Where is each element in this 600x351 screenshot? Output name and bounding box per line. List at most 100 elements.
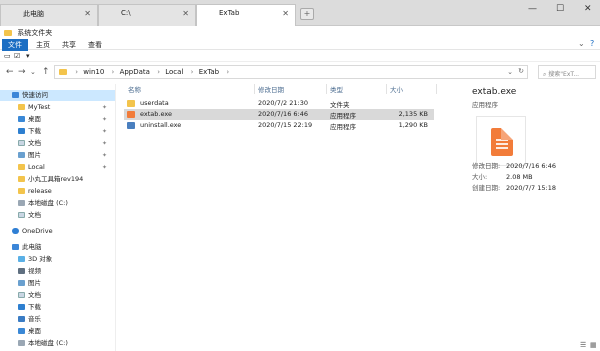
nav-label: 桌面 (28, 327, 41, 335)
column-divider[interactable] (254, 84, 255, 94)
nav-label: 文档 (28, 139, 41, 147)
nav-item-release[interactable]: release (0, 186, 115, 197)
folder-icon (18, 104, 25, 110)
breadcrumb[interactable]: ExTab (199, 68, 219, 76)
file-name: userdata (140, 99, 169, 107)
nav-item-documents[interactable]: 文档 ✦ (0, 138, 115, 149)
dropdown-icon[interactable]: ⌄ (507, 68, 513, 76)
tab-c-drive[interactable]: C:\ ✕ (98, 4, 196, 26)
nav-quick-access[interactable]: 快速访问 (0, 90, 115, 101)
folder-icon (59, 69, 67, 75)
file-name: uninstall.exe (140, 121, 182, 129)
column-header-type[interactable]: 类型 (330, 84, 343, 94)
column-divider[interactable] (386, 84, 387, 94)
tab-this-pc[interactable]: 此电脑 ✕ (0, 4, 98, 26)
nav-item-downloads[interactable]: 下载 ✦ (0, 126, 115, 137)
nav-label: MyTest (28, 103, 51, 111)
title-bar: 系统文件夹 (0, 26, 600, 38)
column-header-name[interactable]: 名称 (128, 84, 141, 94)
tiles-view-icon[interactable]: ▦ (590, 341, 597, 349)
close-icon[interactable]: ✕ (282, 9, 289, 18)
document-icon (18, 212, 25, 218)
chevron-down-icon[interactable]: ⌄ (578, 39, 585, 48)
column-header-modified[interactable]: 修改日期 (258, 84, 284, 94)
table-row[interactable]: uninstall.exe 2020/7/15 22:19 应用程序 1,290… (124, 120, 434, 131)
nav-label: 下载 (28, 303, 41, 311)
pin-icon: ✦ (102, 128, 108, 135)
breadcrumb[interactable]: AppData (120, 68, 150, 76)
checkbox-icon[interactable]: ☑ (14, 52, 20, 60)
ribbon-menu: 文件 主页 共享 查看 ⌄ ? (0, 38, 600, 51)
search-placeholder: 搜索"ExT... (548, 71, 580, 78)
nav-item-local-disk[interactable]: 本地磁盘 (C:) (0, 198, 115, 209)
minimize-button[interactable]: — (528, 4, 537, 14)
computer-icon (12, 244, 19, 250)
nav-pc-pictures[interactable]: 图片 (0, 278, 115, 289)
download-icon (18, 304, 25, 310)
nav-pc-downloads[interactable]: 下载 (0, 302, 115, 313)
desktop-icon (18, 328, 25, 334)
nav-item-documents-2[interactable]: 文档 (0, 210, 115, 221)
nav-label: 此电脑 (22, 243, 42, 251)
properties-icon[interactable]: ▭ (4, 52, 11, 60)
nav-pc-music[interactable]: 音乐 (0, 314, 115, 325)
nav-onedrive[interactable]: OneDrive (0, 226, 115, 237)
breadcrumb[interactable]: Local (165, 68, 183, 76)
drive-icon (18, 340, 25, 346)
column-divider[interactable] (436, 84, 437, 94)
detail-row: 大小: 2.08 MB (472, 171, 533, 181)
nav-label: 小丸工具箱rev194 (28, 175, 84, 183)
forward-icon[interactable]: → (18, 67, 26, 77)
maximize-button[interactable]: ☐ (556, 4, 564, 14)
file-type: 文件夹 (330, 101, 350, 109)
search-input[interactable]: ⌕ 搜索"ExT... (538, 65, 596, 79)
table-row[interactable]: extab.exe 2020/7/16 6:46 应用程序 2,135 KB (124, 109, 434, 120)
app-icon (491, 128, 513, 156)
recent-locations-icon[interactable]: ⌄ (30, 68, 36, 76)
nav-pc-3d[interactable]: 3D 对象 (0, 254, 115, 265)
breadcrumb[interactable]: win10 (83, 68, 104, 76)
nav-pc-documents[interactable]: 文档 (0, 290, 115, 301)
close-icon[interactable]: ✕ (182, 9, 189, 18)
nav-item-desktop[interactable]: 桌面 ✦ (0, 114, 115, 125)
help-icon[interactable]: ? (590, 39, 594, 48)
customize-toolbar-icon[interactable]: ▾ (26, 52, 30, 60)
back-icon[interactable]: ← (6, 67, 14, 77)
pin-icon: ✦ (102, 140, 108, 147)
up-icon[interactable]: ↑ (42, 67, 50, 77)
file-modified: 2020/7/2 21:30 (258, 99, 308, 107)
details-title: extab.exe (472, 87, 517, 97)
table-row[interactable]: userdata 2020/7/2 21:30 文件夹 (124, 98, 434, 109)
column-divider[interactable] (326, 84, 327, 94)
nav-item-toolbox[interactable]: 小丸工具箱rev194 (0, 174, 115, 185)
refresh-icon[interactable]: ↻ (518, 67, 524, 75)
close-window-button[interactable]: ✕ (584, 4, 592, 14)
tab-extab[interactable]: ExTab ✕ (196, 4, 296, 27)
detail-key: 创建日期: (472, 184, 501, 192)
file-name: extab.exe (140, 110, 172, 118)
nav-this-pc[interactable]: 此电脑 (0, 242, 115, 253)
nav-item-mytest[interactable]: MyTest ✦ (0, 102, 115, 113)
tab-label: ExTab (219, 9, 240, 17)
nav-label: 桌面 (28, 115, 41, 123)
details-view-icon[interactable]: ☰ (580, 341, 586, 349)
nav-label: 下载 (28, 127, 41, 135)
nav-pc-local-disk[interactable]: 本地磁盘 (C:) (0, 338, 115, 349)
document-icon (18, 292, 25, 298)
nav-item-local[interactable]: Local ✦ (0, 162, 115, 173)
column-header-size[interactable]: 大小 (390, 84, 403, 94)
cube-icon (18, 256, 25, 262)
desktop-icon (18, 116, 25, 122)
address-bar[interactable]: › win10 › AppData › Local › ExTab › ⌄ ↻ (54, 65, 528, 79)
video-icon (18, 268, 25, 274)
nav-label: 3D 对象 (28, 255, 53, 263)
new-tab-button[interactable]: + (300, 8, 314, 20)
nav-pc-desktop[interactable]: 桌面 (0, 326, 115, 337)
nav-label: 图片 (28, 151, 41, 159)
nav-item-pictures[interactable]: 图片 ✦ (0, 150, 115, 161)
tab-label: 此电脑 (23, 10, 44, 18)
nav-pc-videos[interactable]: 视频 (0, 266, 115, 277)
cloud-icon (12, 228, 19, 234)
detail-value: 2020/7/16 6:46 (506, 162, 556, 170)
close-icon[interactable]: ✕ (84, 9, 91, 18)
